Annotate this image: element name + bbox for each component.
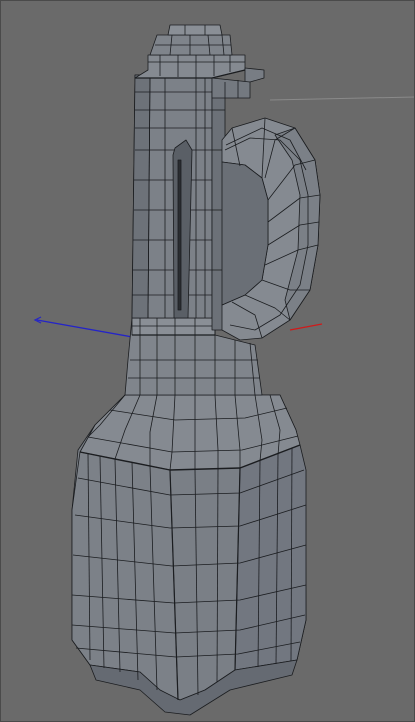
viewport-canvas[interactable] xyxy=(0,0,415,722)
horizon-line xyxy=(269,96,415,101)
mesh-column xyxy=(131,74,226,331)
mesh-handle xyxy=(221,117,321,341)
mesh-object[interactable] xyxy=(71,24,321,716)
axis-red xyxy=(289,323,323,331)
3d-viewport[interactable] xyxy=(0,0,415,722)
mesh-base xyxy=(71,394,307,716)
axis-blue xyxy=(33,316,139,339)
